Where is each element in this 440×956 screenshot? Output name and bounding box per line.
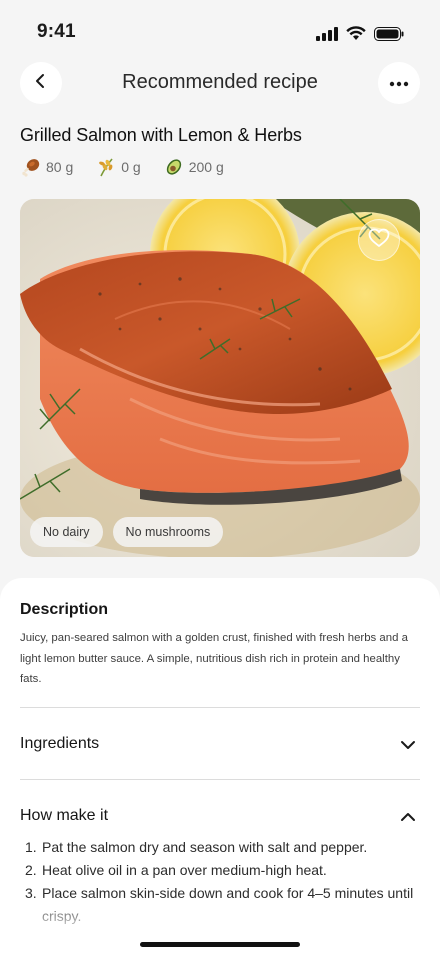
list-item: 1. Pat the salmon dry and season with sa… (25, 836, 425, 859)
scroll-fade (0, 896, 440, 956)
recipe-photo: No dairy No mushrooms (20, 199, 420, 557)
battery-icon (374, 26, 404, 46)
step-text: Heat olive oil in a pan over medium-high… (42, 862, 327, 878)
wifi-icon (346, 26, 366, 46)
recipe-title: Grilled Salmon with Lemon & Herbs (20, 125, 302, 145)
page-title: Recommended recipe (122, 71, 318, 93)
drumstick-icon (20, 156, 42, 178)
more-options-button[interactable] (378, 62, 420, 104)
wheat-icon (95, 156, 117, 178)
dietary-tags: No dairy No mushrooms (30, 517, 224, 547)
macro-protein-value: 80 g (46, 159, 74, 175)
status-bar: 9:41 (0, 0, 440, 62)
top-navigation-bar: Recommended recipe (0, 62, 440, 106)
macro-carbs-value: 0 g (121, 159, 141, 175)
list-item: 2. Heat olive oil in a pan over medium-h… (25, 859, 425, 882)
grilled-salmon-illustration (20, 199, 420, 557)
chevron-up-icon (400, 810, 416, 828)
home-indicator (140, 942, 300, 947)
divider (20, 707, 420, 708)
cellular-signal-icon (316, 26, 338, 46)
tag-no-dairy: No dairy (30, 517, 103, 547)
recipe-details-sheet: Description Juicy, pan-seared salmon wit… (0, 578, 440, 956)
description-text: Juicy, pan-seared salmon with a golden c… (20, 632, 408, 685)
macro-fat: 200 g (163, 156, 224, 178)
step-text: Pat the salmon dry and season with salt … (42, 839, 368, 855)
step-number: 1. (25, 839, 37, 855)
tag-no-mushrooms: No mushrooms (112, 517, 224, 547)
description-title: Description (20, 601, 109, 618)
macro-fat-value: 200 g (188, 159, 224, 175)
how-to-title: How make it (20, 807, 109, 824)
avocado-icon (163, 156, 185, 178)
heart-icon (368, 228, 390, 253)
macro-protein: 80 g (20, 156, 73, 178)
chevron-down-icon (400, 738, 416, 756)
how-to-accordion-header[interactable]: How make it (20, 807, 420, 837)
step-number: 2. (25, 862, 37, 878)
status-icons (316, 26, 404, 46)
ingredients-title: Ingredients (20, 735, 100, 752)
more-horizontal-icon (389, 74, 409, 92)
favorite-button[interactable] (358, 219, 400, 261)
status-time: 9:41 (37, 21, 76, 42)
divider (20, 779, 420, 780)
macro-carbs: 0 g (95, 156, 141, 178)
macros-row: 80 g 0 g 200 g (20, 156, 224, 178)
ingredients-accordion-header[interactable]: Ingredients (20, 735, 420, 765)
